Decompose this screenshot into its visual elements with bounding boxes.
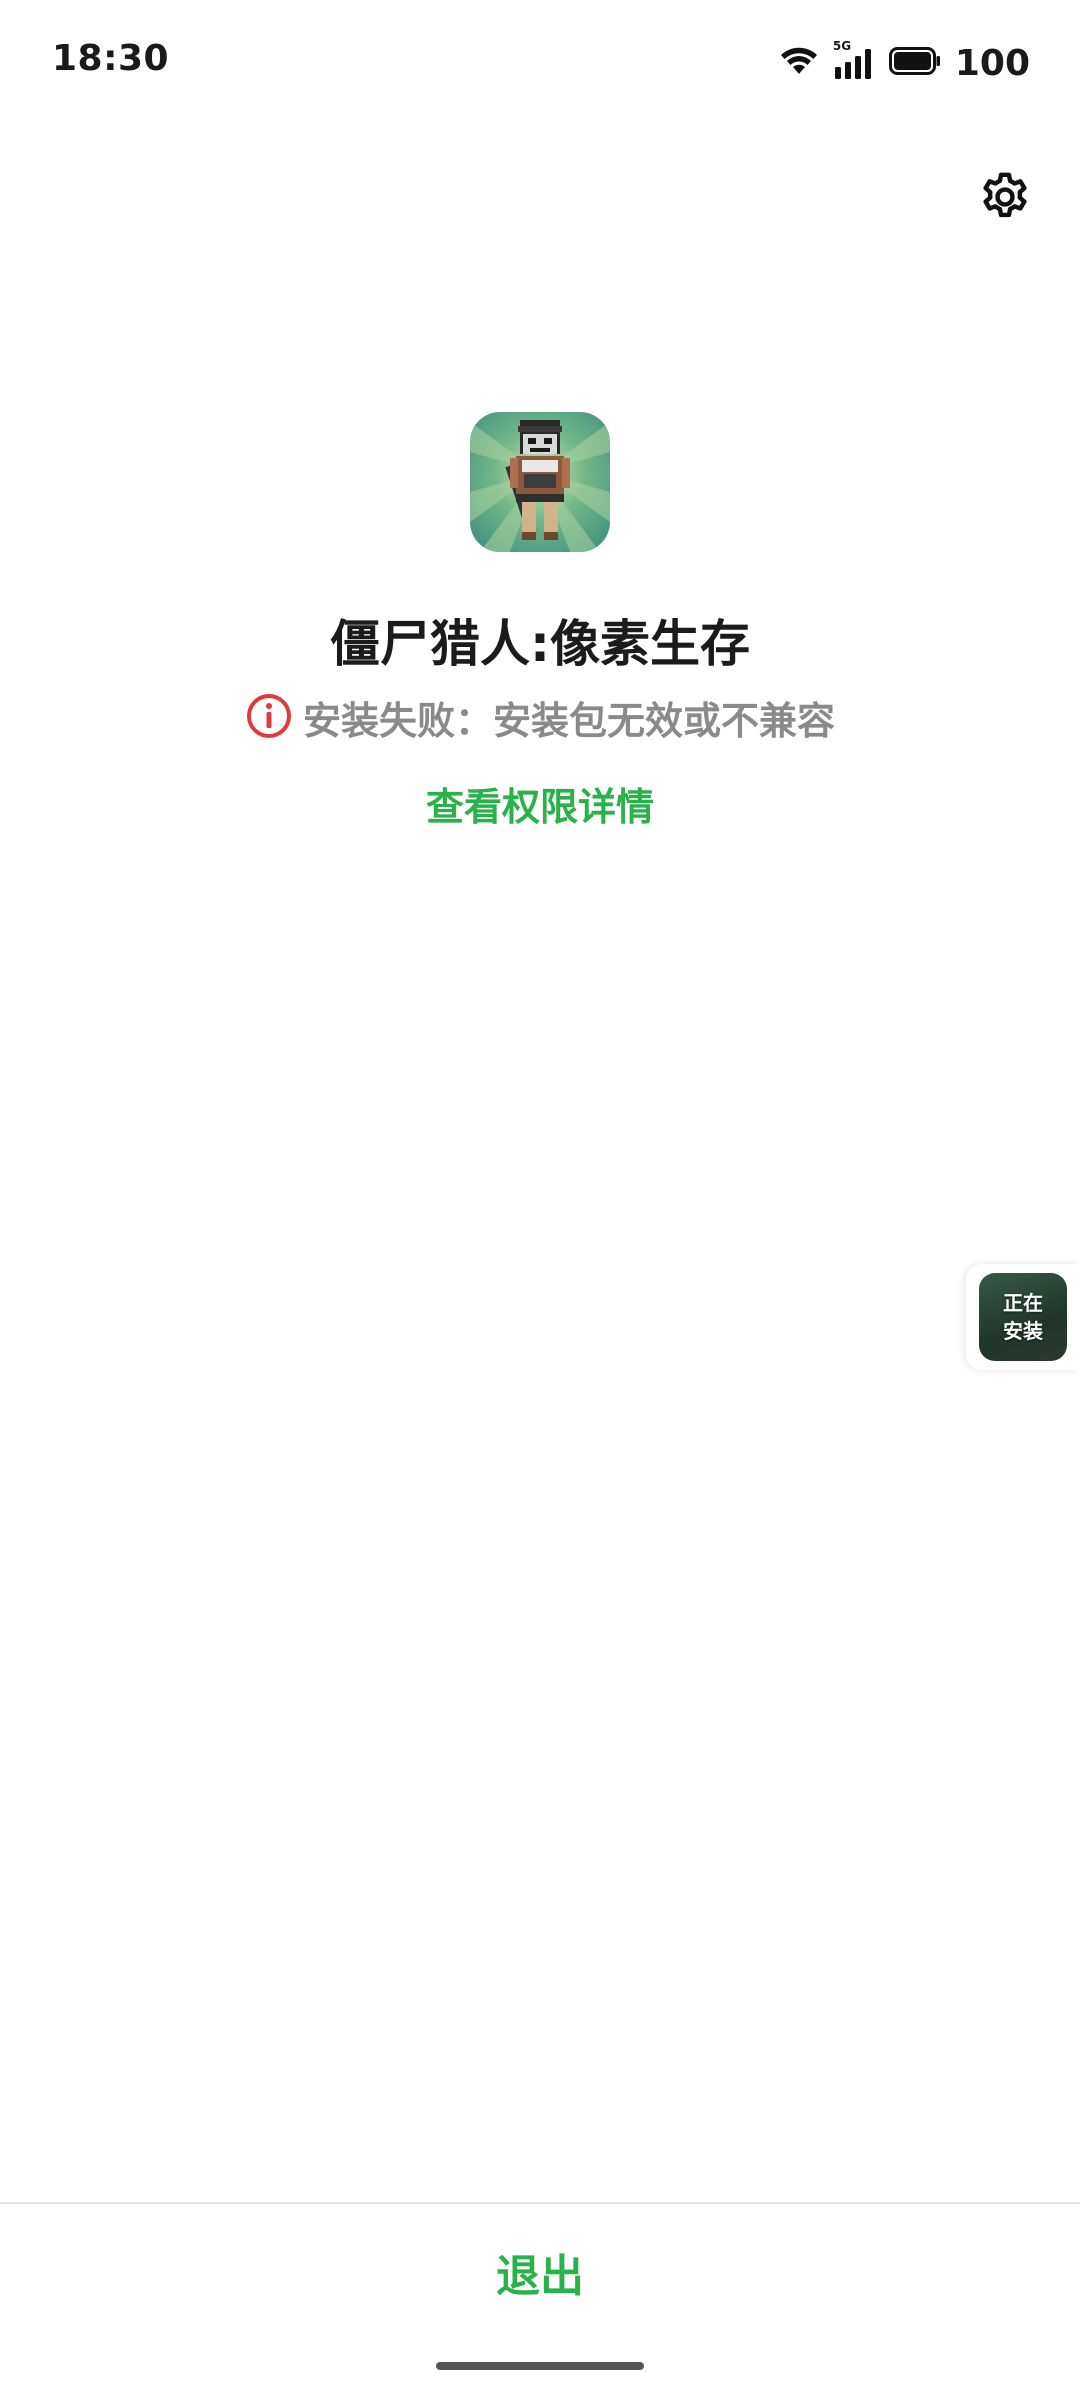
view-permissions-link[interactable]: 查看权限详情 <box>0 776 1080 831</box>
install-status: 安装失败：安装包无效或不兼容 <box>0 690 1080 745</box>
settings-button[interactable] <box>974 168 1036 230</box>
installing-float-bubble[interactable]: 正在 安装 <box>966 1264 1080 1370</box>
home-indicator[interactable] <box>436 2362 644 2370</box>
battery-icon <box>888 47 941 79</box>
app-icon <box>470 412 610 552</box>
status-bar: 18:30 5G 100 <box>0 0 1080 120</box>
app-title: 僵尸猎人:像素生存 <box>330 615 750 673</box>
cellular-signal-icon: 5G <box>833 39 875 81</box>
installing-thumbnail: 正在 安装 <box>979 1273 1067 1361</box>
installing-label-line2: 安装 <box>1003 1319 1043 1343</box>
status-time: 18:30 <box>52 38 170 79</box>
battery-percent: 100 <box>954 42 1030 84</box>
install-failed-text: 安装失败：安装包无效或不兼容 <box>302 699 835 743</box>
wifi-icon <box>779 44 819 82</box>
gear-icon <box>977 169 1033 229</box>
status-icons: 5G 100 <box>779 38 1030 88</box>
installing-label-line1: 正在 <box>1003 1291 1043 1315</box>
info-icon <box>245 692 293 744</box>
exit-button[interactable]: 退出 <box>340 2212 740 2332</box>
bottom-divider <box>0 2202 1080 2204</box>
